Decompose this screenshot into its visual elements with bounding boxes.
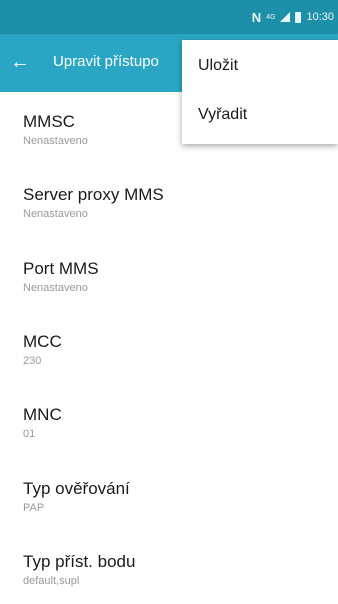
setting-value: PAP <box>23 502 45 514</box>
signal-icon <box>280 12 291 22</box>
status-icons: N 4G 10:30 <box>252 9 334 25</box>
setting-label: Port MMS <box>23 259 99 278</box>
setting-mms-port[interactable]: Port MMS Nenastaveno <box>23 259 99 294</box>
setting-proxy-server[interactable]: Server proxy MMS Nenastaveno <box>23 185 164 220</box>
setting-value: 230 <box>23 355 42 367</box>
status-bar: N 4G 10:30 <box>0 0 338 34</box>
clock: 10:30 <box>306 11 334 23</box>
lte-icon: 4G <box>266 13 276 21</box>
setting-label: Typ příst. bodu <box>23 552 136 571</box>
overflow-menu: Uložit Vyřadit <box>182 40 338 144</box>
setting-mmsc[interactable]: MMSC Nenastaveno <box>23 112 88 147</box>
setting-label: MNC <box>23 405 62 424</box>
menu-item-save[interactable]: Uložit <box>198 57 238 75</box>
setting-value: 01 <box>23 428 36 440</box>
setting-label: MCC <box>23 332 62 351</box>
setting-value: default,supl <box>23 575 80 587</box>
setting-mcc[interactable]: MCC 230 <box>23 332 62 367</box>
setting-value: Nenastaveno <box>23 208 88 220</box>
menu-item-discard[interactable]: Vyřadit <box>198 106 247 124</box>
setting-mnc[interactable]: MNC 01 <box>23 405 62 440</box>
back-arrow-icon[interactable]: ← <box>10 50 30 74</box>
battery-icon <box>295 11 302 23</box>
page-title: Upravit přístupo <box>53 53 159 70</box>
setting-auth-type[interactable]: Typ ověřování PAP <box>23 479 130 514</box>
nfc-icon: N <box>251 9 262 25</box>
setting-label: Server proxy MMS <box>23 185 164 204</box>
setting-value: Nenastaveno <box>23 282 88 294</box>
setting-apn-type[interactable]: Typ příst. bodu default,supl <box>23 552 135 587</box>
setting-label: MMSC <box>23 112 75 131</box>
setting-value: Nenastaveno <box>23 135 88 147</box>
setting-label: Typ ověřování <box>23 479 130 498</box>
